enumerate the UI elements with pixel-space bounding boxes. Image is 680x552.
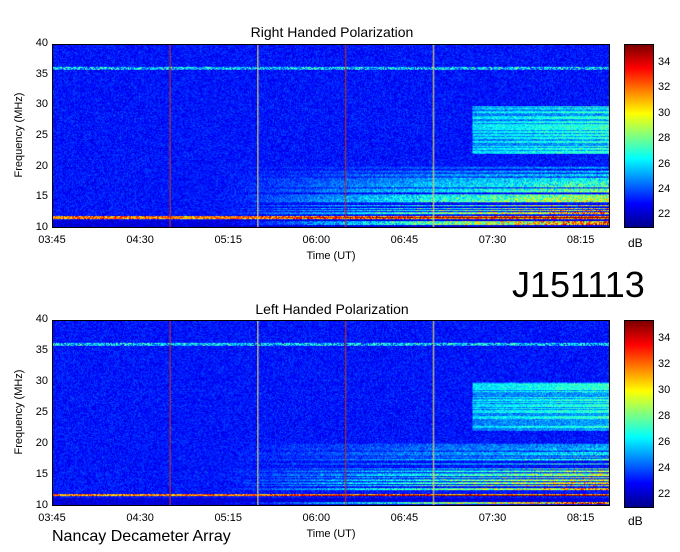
y-tick-label: 25 xyxy=(35,406,48,418)
y-tick-label: 40 xyxy=(35,37,48,49)
colorbar-tick-label: 28 xyxy=(658,132,671,145)
x-tick-label: 07:30 xyxy=(478,234,507,246)
y-tick-label: 35 xyxy=(35,344,48,356)
colorbar-tick-label: 32 xyxy=(658,81,671,94)
bottom-y-axis-label: Frequency (MHz) xyxy=(13,369,25,455)
colorbar-tick-label: 24 xyxy=(658,462,671,475)
x-tick-label: 06:45 xyxy=(390,234,419,246)
top-spectrogram xyxy=(52,44,610,228)
colorbar-tick-label: 28 xyxy=(658,410,671,423)
y-tick-label: 20 xyxy=(35,437,48,449)
x-tick-label: 04:30 xyxy=(126,234,154,246)
bottom-colorbar-label: dB xyxy=(628,514,643,528)
colorbar-tick-label: 26 xyxy=(658,157,671,170)
colorbar-tick-label: 30 xyxy=(658,106,671,119)
x-tick-label: 08:15 xyxy=(566,234,595,246)
y-tick-label: 30 xyxy=(35,375,48,387)
x-tick-label: 03:45 xyxy=(38,234,66,246)
y-tick-label: 30 xyxy=(35,98,48,111)
x-tick-label: 05:15 xyxy=(214,234,242,246)
y-tick-label: 10 xyxy=(35,221,48,233)
x-tick-label: 06:00 xyxy=(302,512,331,524)
colorbar-tick-label: 22 xyxy=(658,488,671,501)
top-colorbar-label: dB xyxy=(628,236,643,250)
colorbar-tick-label: 30 xyxy=(658,384,671,397)
y-tick-label: 40 xyxy=(35,313,48,325)
colorbar-tick-label: 24 xyxy=(658,182,671,195)
x-tick-label: 06:00 xyxy=(302,234,331,246)
colorbar-tick-label: 34 xyxy=(658,332,671,345)
y-tick-label: 25 xyxy=(35,129,48,141)
colorbar-tick-label: 32 xyxy=(658,358,671,371)
x-tick-label: 05:15 xyxy=(214,512,242,524)
colorbar-tick-label: 26 xyxy=(658,436,671,449)
y-tick-label: 10 xyxy=(35,499,48,511)
x-tick-label: 03:45 xyxy=(38,512,66,524)
bottom-spectrogram xyxy=(52,320,610,506)
x-tick-label: 08:15 xyxy=(566,512,595,524)
observation-id: J151113 xyxy=(512,264,645,305)
instrument-name: Nancay Decameter Array xyxy=(52,528,231,545)
top-chart-title: Right Handed Polarization xyxy=(250,24,414,40)
top-y-axis-label: Frequency (MHz) xyxy=(13,92,25,178)
colorbar-tick-label: 22 xyxy=(658,208,671,221)
top-x-axis-label: Time (UT) xyxy=(306,250,356,262)
bottom-chart-title: Left Handed Polarization xyxy=(255,301,409,317)
x-tick-label: 04:30 xyxy=(126,512,154,524)
colorbar-tick-label: 34 xyxy=(658,56,671,69)
y-tick-label: 15 xyxy=(35,468,48,480)
y-tick-label: 20 xyxy=(35,159,48,172)
x-tick-label: 07:30 xyxy=(478,512,507,524)
y-tick-label: 15 xyxy=(35,190,48,203)
bottom-x-axis-label: Time (UT) xyxy=(306,528,356,540)
top-colorbar xyxy=(624,44,654,228)
bottom-colorbar xyxy=(624,320,654,508)
x-tick-label: 06:45 xyxy=(390,512,419,524)
y-tick-label: 35 xyxy=(35,67,48,80)
